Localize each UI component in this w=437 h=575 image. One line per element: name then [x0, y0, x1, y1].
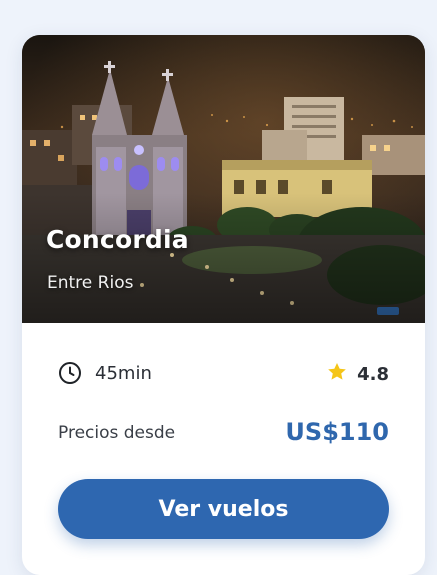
- destination-photo: Concordia Entre Rios: [22, 35, 425, 323]
- duration-value: 45min: [95, 362, 152, 384]
- city-name: Concordia: [46, 225, 189, 254]
- clock-icon: [58, 361, 82, 385]
- price-section: Precios desde US$110: [58, 418, 389, 452]
- photo-overlay: [22, 193, 425, 323]
- price-label: Precios desde: [58, 423, 176, 443]
- price-value: US$110: [285, 418, 389, 446]
- region-name: Entre Rios: [47, 273, 134, 293]
- destination-card[interactable]: Concordia Entre Rios 45min 4.8 Precios d…: [22, 35, 425, 575]
- flight-duration: 45min: [58, 361, 152, 385]
- view-flights-button[interactable]: Ver vuelos: [58, 479, 389, 539]
- star-icon: [326, 361, 348, 387]
- trip-details: 45min 4.8: [58, 361, 389, 389]
- rating-value: 4.8: [357, 363, 389, 385]
- destination-rating: 4.8: [326, 361, 389, 387]
